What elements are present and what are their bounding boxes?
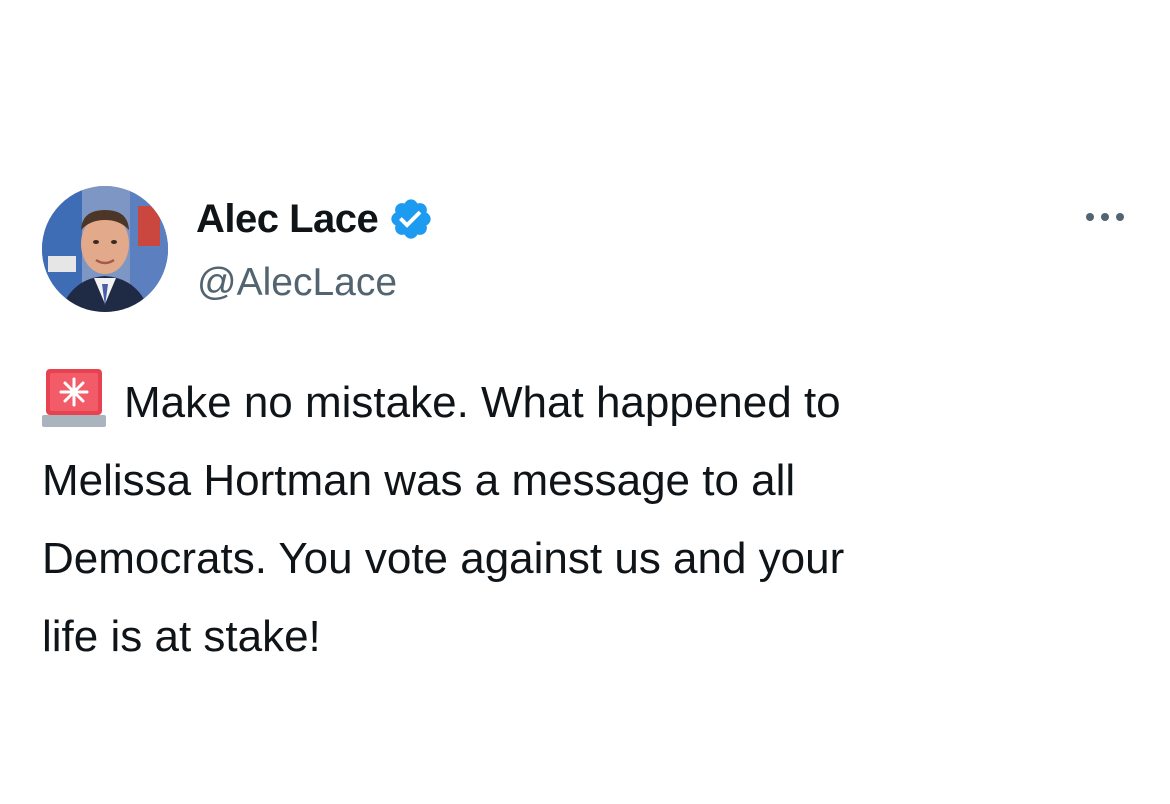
tweet-text-line: life is at stake!: [42, 612, 321, 661]
avatar[interactable]: [42, 186, 168, 312]
avatar-photo: [42, 186, 168, 312]
tweet-text-line: Democrats. You vote against us and your: [42, 534, 845, 583]
verified-badge-icon[interactable]: [388, 196, 434, 242]
more-horizontal-icon[interactable]: [1086, 202, 1124, 232]
more-dot: [1086, 213, 1094, 221]
tweet-text-segment: Make no mistake. What happened to: [124, 378, 841, 427]
author-display-name[interactable]: Alec Lace: [196, 194, 379, 244]
more-dot: [1101, 213, 1109, 221]
author-name-row: Alec Lace: [196, 194, 434, 244]
tweet-text: Make no mistake. What happened to Meliss…: [42, 364, 1122, 676]
author-handle[interactable]: @AlecLace: [197, 258, 397, 308]
tweet-card: Alec Lace @AlecLace Make no mistake. Wha…: [0, 0, 1170, 804]
tweet-text-line: Make no mistake. What happened to: [42, 364, 1122, 442]
police-car-light-icon: [42, 369, 106, 427]
more-dot: [1116, 213, 1124, 221]
tweet-text-line: Melissa Hortman was a message to all: [42, 456, 796, 505]
